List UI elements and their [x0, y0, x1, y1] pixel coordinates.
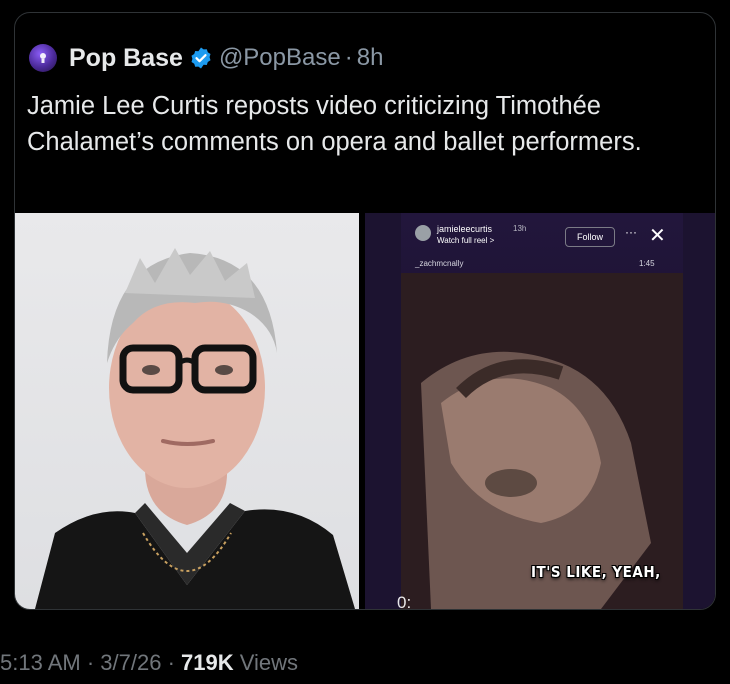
- tweet-metadata: 5:13 AM · 3/7/26 · 719K Views: [0, 650, 298, 676]
- more-options-icon[interactable]: ···: [625, 225, 637, 239]
- separator-dot: ·: [167, 650, 175, 675]
- verified-badge-icon: [189, 46, 213, 70]
- reel-header: jamieleecurtis 13h Watch full reel > Fol…: [415, 223, 675, 273]
- tweet-age[interactable]: 8h: [357, 44, 384, 72]
- account-handle[interactable]: @PopBase: [219, 44, 341, 72]
- reel-username[interactable]: jamieleecurtis: [437, 224, 492, 234]
- reel-avatar[interactable]: [415, 225, 431, 241]
- post-time[interactable]: 5:13 AM: [0, 650, 81, 675]
- tweet-text: Jamie Lee Curtis reposts video criticizi…: [27, 92, 642, 156]
- portrait-illustration: [35, 248, 355, 609]
- watch-full-reel-link[interactable]: Watch full reel >: [437, 236, 494, 245]
- video-timestamp: 0:: [397, 593, 412, 609]
- account-name[interactable]: Pop Base: [69, 44, 183, 73]
- separator-dot: ·: [86, 650, 95, 675]
- tweet-media[interactable]: jamieleecurtis 13h Watch full reel > Fol…: [15, 213, 715, 609]
- post-date[interactable]: 3/7/26: [100, 650, 161, 675]
- tweet-header: Pop Base @PopBase · 8h: [29, 43, 383, 73]
- tweet-card[interactable]: Pop Base @PopBase · 8h Jamie Lee Curtis …: [14, 12, 716, 610]
- follow-button[interactable]: Follow: [565, 227, 615, 247]
- video-caption: IT'S LIKE, YEAH,: [531, 563, 661, 581]
- reel-posted: 13h: [513, 224, 527, 233]
- reel-frame: jamieleecurtis 13h Watch full reel > Fol…: [401, 213, 683, 609]
- close-icon[interactable]: ✕: [649, 223, 666, 248]
- instagram-reel-screenshot[interactable]: jamieleecurtis 13h Watch full reel > Fol…: [365, 213, 715, 609]
- original-poster: _zachmcnally: [415, 259, 464, 268]
- views-count: 719K: [181, 650, 234, 675]
- reel-duration: 1:45: [639, 259, 655, 268]
- pop-base-logo-icon: [40, 53, 46, 63]
- views-label: Views: [239, 650, 299, 675]
- jamie-lee-curtis-photo[interactable]: [15, 213, 359, 609]
- avatar[interactable]: [29, 44, 57, 72]
- separator-dot: ·: [344, 44, 353, 71]
